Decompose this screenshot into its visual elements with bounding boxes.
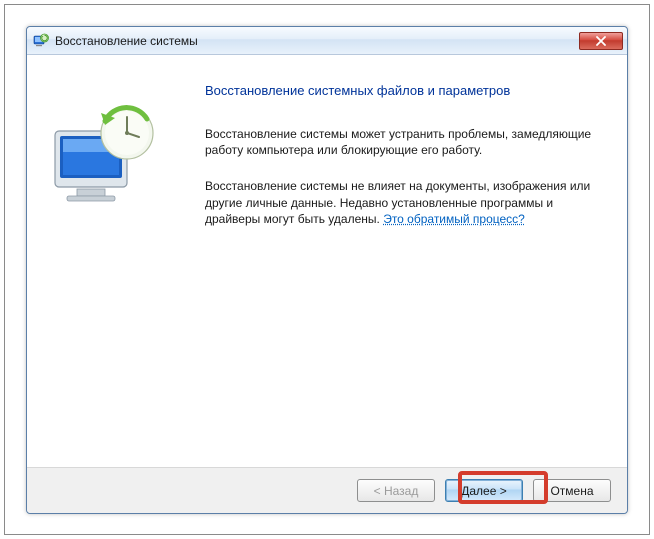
- text-pane: Восстановление системных файлов и параме…: [205, 79, 605, 457]
- system-restore-icon: [33, 33, 49, 49]
- reversible-process-link[interactable]: Это обратимый процесс?: [383, 212, 525, 226]
- back-button: < Назад: [357, 479, 435, 502]
- next-button[interactable]: Далее >: [445, 479, 523, 502]
- restore-illustration: [49, 103, 167, 213]
- paragraph-2: Восстановление системы не влияет на доку…: [205, 178, 605, 227]
- content-area: Восстановление системных файлов и параме…: [27, 55, 627, 467]
- paragraph-1: Восстановление системы может устранить п…: [205, 126, 605, 158]
- titlebar: Восстановление системы: [27, 27, 627, 55]
- system-restore-window: Восстановление системы: [26, 26, 628, 514]
- close-icon: [596, 36, 606, 46]
- page-heading: Восстановление системных файлов и параме…: [205, 83, 605, 98]
- illustration-pane: [49, 79, 187, 457]
- wizard-footer: < Назад Далее > Отмена: [27, 467, 627, 513]
- window-title: Восстановление системы: [55, 34, 579, 48]
- cancel-button[interactable]: Отмена: [533, 479, 611, 502]
- close-button[interactable]: [579, 32, 623, 50]
